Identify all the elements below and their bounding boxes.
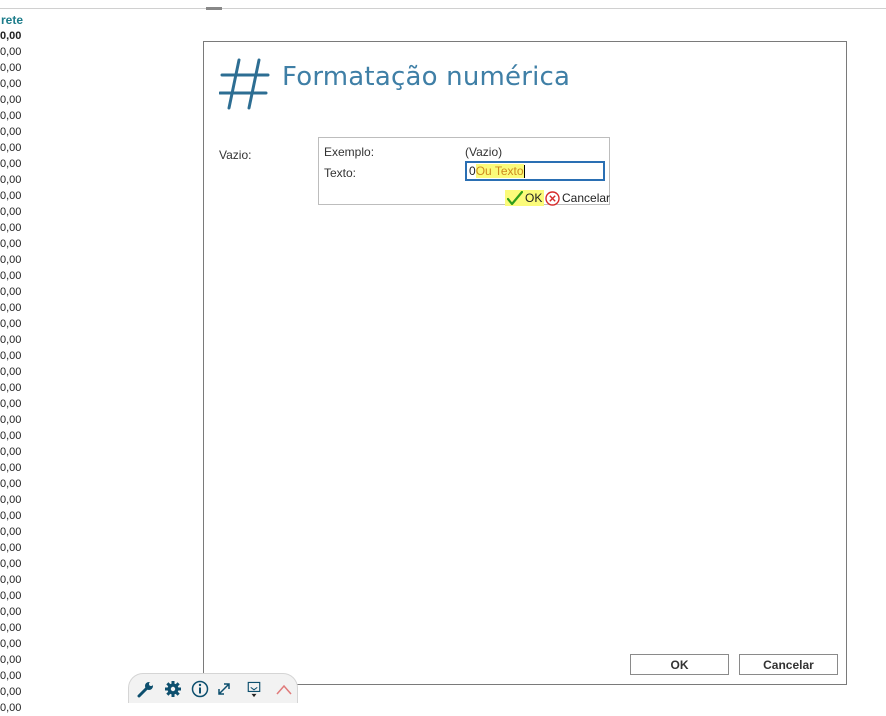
grid-cell[interactable]: 0,00: [0, 108, 21, 124]
grid-cell[interactable]: 0,00: [0, 364, 21, 380]
grid-cell[interactable]: 0,00: [0, 204, 21, 220]
wrench-icon[interactable]: [137, 680, 155, 698]
grid-cell[interactable]: 0,00: [0, 508, 21, 524]
grid-cell[interactable]: 0,00: [0, 428, 21, 444]
splitter-handle[interactable]: [206, 7, 222, 10]
grid-cell[interactable]: 0,00: [0, 28, 21, 44]
grid-cell[interactable]: 0,00: [0, 620, 21, 636]
export-icon[interactable]: [245, 680, 263, 698]
grid-cell[interactable]: 0,00: [0, 268, 21, 284]
empty-field-label: Vazio:: [219, 148, 252, 162]
inline-ok-label: OK: [525, 191, 543, 205]
dialog-title: Formatação numérica: [282, 62, 571, 92]
checkmark-icon: [507, 191, 523, 205]
text-input-prefix: 0: [469, 164, 476, 178]
grid-cell[interactable]: 0,00: [0, 636, 21, 652]
inline-cancel-button[interactable]: Cancelar: [545, 190, 610, 206]
grid-cell[interactable]: 0,00: [0, 380, 21, 396]
grid-cell[interactable]: 0,00: [0, 348, 21, 364]
number-format-dialog: Formatação numérica Vazio: Exemplo: (Vaz…: [203, 41, 847, 685]
inline-cancel-label: Cancelar: [562, 191, 611, 205]
grid-cell[interactable]: 0,00: [0, 412, 21, 428]
close-icon[interactable]: [275, 680, 293, 698]
grid-cell[interactable]: 0,00: [0, 444, 21, 460]
grid-cell[interactable]: 0,00: [0, 396, 21, 412]
example-value: (Vazio): [465, 145, 503, 159]
example-label: Exemplo:: [324, 145, 375, 159]
grid-cell[interactable]: 0,00: [0, 140, 21, 156]
grid-cell[interactable]: 0,00: [0, 524, 21, 540]
ok-button[interactable]: OK: [630, 654, 729, 675]
grid-cell[interactable]: 0,00: [0, 460, 21, 476]
grid-cell[interactable]: 0,00: [0, 572, 21, 588]
cancel-button[interactable]: Cancelar: [739, 654, 838, 675]
grid-cell[interactable]: 0,00: [0, 172, 21, 188]
grid-cell[interactable]: 0,00: [0, 604, 21, 620]
grid-cell[interactable]: 0,00: [0, 124, 21, 140]
grid-cell[interactable]: 0,00: [0, 236, 21, 252]
grid-cell[interactable]: 0,00: [0, 332, 21, 348]
grid-cell[interactable]: 0,00: [0, 652, 21, 668]
grid-cell[interactable]: 0,00: [0, 284, 21, 300]
grid-cell[interactable]: 0,00: [0, 316, 21, 332]
grid-cell[interactable]: 0,00: [0, 492, 21, 508]
background-grid-column: rete 0,00 0,00 0,00 0,00 0,00 0,00 0,00 0,00 0,0…: [0, 12, 60, 716]
column-header[interactable]: rete: [0, 12, 60, 28]
info-icon[interactable]: [191, 680, 209, 698]
grid-cell[interactable]: 0,00: [0, 156, 21, 172]
inline-ok-button[interactable]: OK: [505, 190, 545, 206]
grid-cell[interactable]: 0,00: [0, 252, 21, 268]
grid-cell[interactable]: 0,00: [0, 76, 21, 92]
grid-cell[interactable]: 0,00: [0, 44, 21, 60]
grid-cell[interactable]: 0,00: [0, 540, 21, 556]
grid-cell[interactable]: 0,00: [0, 476, 21, 492]
grid-cell[interactable]: 0,00: [0, 300, 21, 316]
inline-editor: Exemplo: (Vazio) Texto: 0Ou Texto OK Can…: [318, 137, 610, 206]
floating-toolbar: [128, 673, 298, 703]
top-divider: [0, 8, 886, 9]
grid-cell[interactable]: 0,00: [0, 92, 21, 108]
text-input-highlight: Ou Texto: [475, 164, 524, 178]
grid-cell[interactable]: 0,00: [0, 556, 21, 572]
text-label: Texto:: [324, 166, 357, 180]
grid-cell[interactable]: 0,00: [0, 60, 21, 76]
expand-icon[interactable]: [215, 680, 233, 698]
gear-icon[interactable]: [164, 680, 182, 698]
cancel-circle-icon: [545, 190, 560, 206]
grid-cell[interactable]: 0,00: [0, 668, 21, 684]
grid-cell[interactable]: 0,00: [0, 188, 21, 204]
grid-cell[interactable]: 0,00: [0, 588, 21, 604]
text-input[interactable]: 0Ou Texto: [465, 161, 605, 181]
hash-icon: [219, 58, 270, 110]
grid-cell[interactable]: 0,00: [0, 700, 21, 716]
grid-cell[interactable]: 0,00: [0, 220, 21, 236]
grid-cell[interactable]: 0,00: [0, 684, 21, 700]
text-cursor: [523, 165, 525, 179]
